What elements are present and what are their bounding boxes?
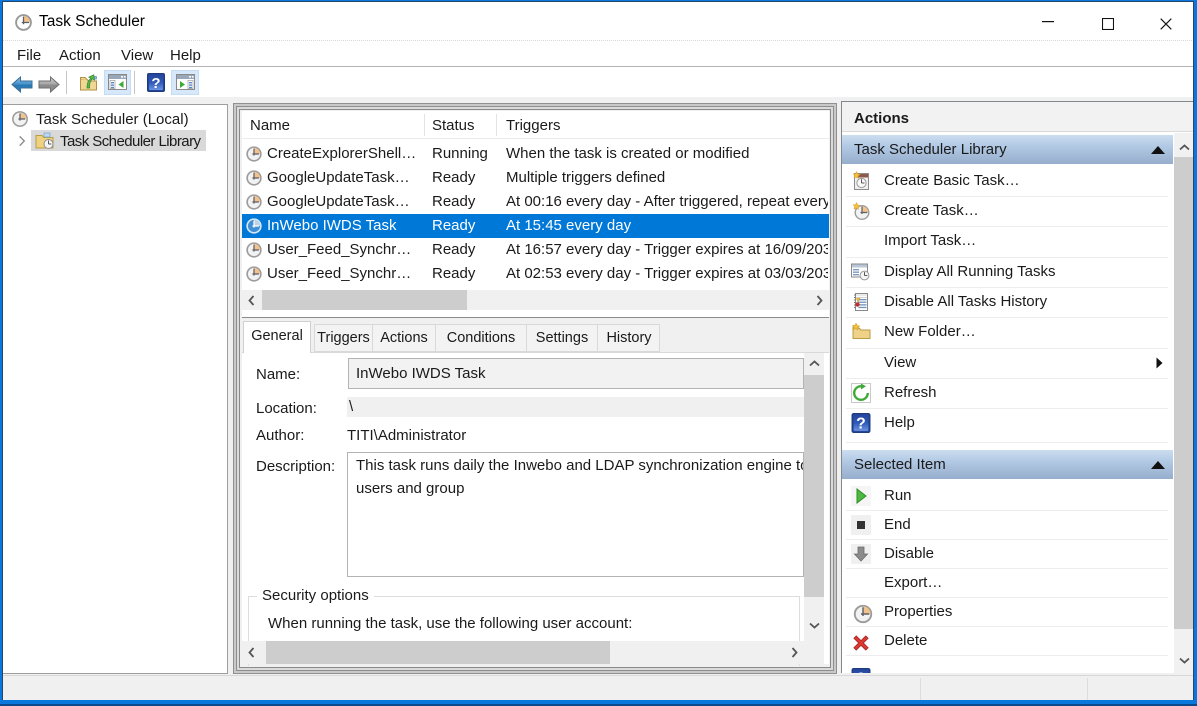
svg-text:?: ? (151, 75, 160, 92)
svg-text:?: ? (856, 416, 866, 433)
svg-text:?: ? (856, 670, 866, 673)
